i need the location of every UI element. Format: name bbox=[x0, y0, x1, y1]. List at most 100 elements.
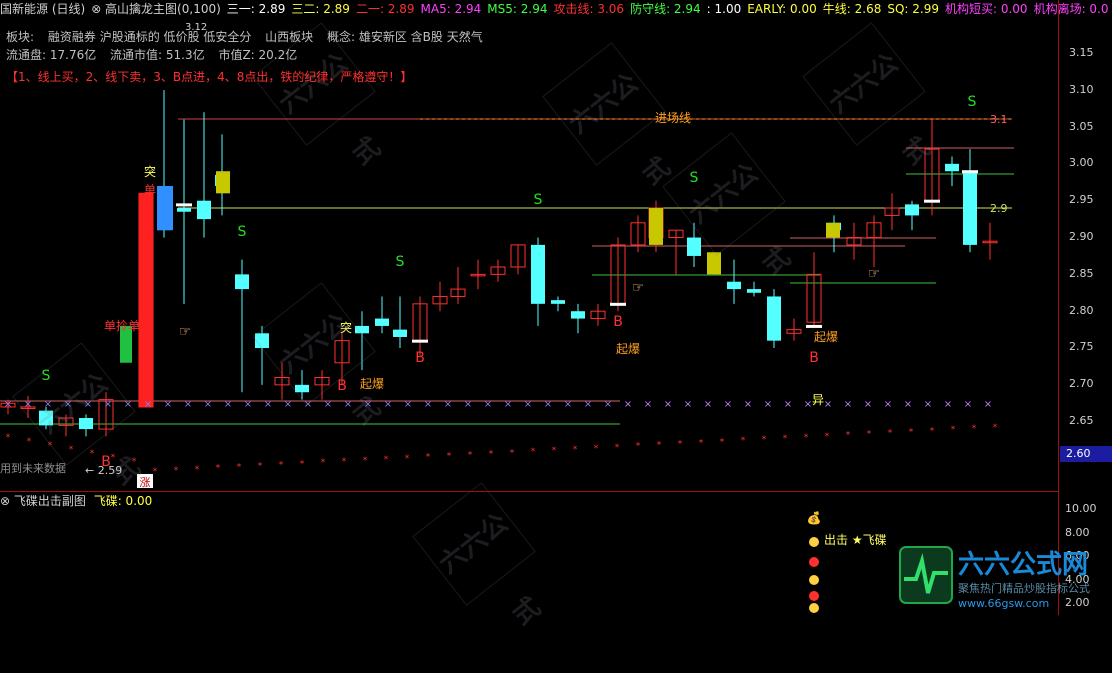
price-tick-label: 3.05 bbox=[1069, 119, 1094, 133]
x-marker: × bbox=[504, 399, 512, 410]
brand-logo-icon bbox=[899, 546, 953, 604]
candle-body bbox=[551, 300, 565, 304]
trail-dot: * bbox=[447, 452, 452, 462]
trail-dot: * bbox=[657, 441, 662, 451]
price-tick-label: 2.85 bbox=[1069, 266, 1094, 280]
sell-signal-label: S bbox=[968, 94, 977, 110]
limit-up-bar bbox=[139, 193, 153, 407]
candle-body bbox=[727, 281, 741, 290]
candle-body bbox=[963, 171, 977, 245]
candle-body bbox=[905, 204, 919, 216]
indicator-value: MA5: 2.94 bbox=[420, 2, 482, 16]
sector-label: 板块: bbox=[6, 30, 35, 44]
indicator-value: 牛线: 2.68 bbox=[822, 2, 882, 16]
trail-dot: * bbox=[279, 460, 284, 470]
x-marker: × bbox=[384, 399, 392, 410]
x-marker: × bbox=[144, 399, 152, 410]
float-shares: 流通盘: 17.76亿 bbox=[6, 48, 97, 62]
ufo-signal-icon bbox=[809, 557, 819, 567]
trail-dot: * bbox=[363, 456, 368, 466]
price-marker bbox=[610, 302, 626, 306]
trail-dot: * bbox=[783, 434, 788, 444]
sell-signal-label: S bbox=[534, 192, 543, 208]
defense-value-label: 2.9 bbox=[990, 202, 1008, 215]
trail-dot: * bbox=[510, 448, 515, 458]
x-marker: × bbox=[684, 399, 692, 410]
x-marker: × bbox=[844, 399, 852, 410]
x-marker: × bbox=[904, 399, 912, 410]
price-tick-label: 2.75 bbox=[1069, 340, 1094, 354]
sub-chart-title[interactable]: ⊗ 飞碟出击副图 bbox=[0, 494, 86, 508]
trail-dot: * bbox=[174, 466, 179, 476]
future-data-note: 用到未来数据 bbox=[0, 461, 66, 475]
candle-body bbox=[375, 318, 389, 326]
ufo-signal-icon bbox=[809, 575, 819, 585]
brand-url: www.66gsw.com bbox=[958, 597, 1050, 610]
indicator-title-bar: 国新能源 (日线) ⊗ 高山擒龙主图(0,100) 三一: 2.89 三二: 2.89… bbox=[0, 0, 1109, 22]
pointer-hand-icon: ☞ bbox=[632, 280, 645, 296]
price-axis-current: 2.60 bbox=[1060, 446, 1112, 462]
candle-body bbox=[767, 296, 781, 341]
candle-body bbox=[531, 244, 545, 304]
float-market-value: 流通市值: 51.3亿 bbox=[110, 48, 205, 62]
indicator-value: 防守线: 2.94 bbox=[630, 2, 701, 16]
trail-dot: * bbox=[27, 437, 32, 447]
trail-dot: * bbox=[699, 438, 704, 448]
x-marker: × bbox=[164, 399, 172, 410]
candle-body bbox=[393, 329, 407, 337]
sell-signal-label: S bbox=[396, 254, 405, 270]
pointer-hand-icon: ☞ bbox=[179, 324, 192, 340]
trail-dot: * bbox=[195, 465, 200, 475]
x-marker: × bbox=[264, 399, 272, 410]
x-marker: × bbox=[804, 399, 812, 410]
brand-slogan: 聚焦热门精品炒股指标公式 bbox=[958, 582, 1090, 595]
trail-dot: * bbox=[951, 425, 956, 435]
region-tag: 山西板块 bbox=[265, 30, 314, 44]
trading-rules-text: 【1、线上买，2、线下卖，3、B点进，4、8点出，铁的纪律，严格遵守！】 bbox=[6, 70, 413, 84]
x-marker: × bbox=[864, 399, 872, 410]
price-tick-label: 2.65 bbox=[1069, 414, 1094, 427]
price-tick-label: 2.80 bbox=[1069, 303, 1094, 317]
sector-row: 板块: 融资融券 沪股通标的 低价股 低安全分 山西板块 概念: 雄安新区 含B… bbox=[6, 28, 493, 46]
yellow-signal-bar bbox=[649, 208, 663, 245]
indicator-value: 攻击线: 3.06 bbox=[553, 2, 625, 16]
x-marker: × bbox=[764, 399, 772, 410]
trail-dot: * bbox=[489, 449, 494, 459]
x-marker: × bbox=[704, 399, 712, 410]
trail-dot: * bbox=[741, 436, 746, 446]
trail-dot: * bbox=[594, 444, 599, 454]
candle-body bbox=[177, 208, 191, 212]
single-label: 单 bbox=[144, 183, 156, 197]
x-marker: × bbox=[884, 399, 892, 410]
buy-signal-label: B bbox=[415, 350, 425, 366]
indicator-value: ⊗ 高山擒龙主图(0,100) bbox=[91, 2, 221, 16]
trail-dot: * bbox=[237, 463, 242, 473]
market-value: 市值Z: 20.2亿 bbox=[218, 48, 298, 62]
x-marker: × bbox=[664, 399, 672, 410]
x-marker: × bbox=[784, 399, 792, 410]
x-marker: × bbox=[984, 399, 992, 410]
price-tick-label: 3.15 bbox=[1069, 46, 1094, 59]
indicator-value: SQ: 2.99 bbox=[887, 2, 939, 16]
price-marker bbox=[806, 324, 822, 328]
trail-dot: * bbox=[384, 455, 389, 465]
price-axis[interactable]: 3.15 3.10 3.05 3.00 2.95 2.90 2.85 2.80 2.75 2.70… bbox=[1058, 0, 1112, 490]
x-marker: × bbox=[644, 399, 652, 410]
indicator-value: EARLY: 0.00 bbox=[747, 2, 817, 16]
x-marker: × bbox=[924, 399, 932, 410]
sub-chart-value: 飞碟: 0.00 bbox=[93, 494, 153, 508]
yellow-signal-bar bbox=[216, 171, 230, 194]
trail-dot: * bbox=[762, 435, 767, 445]
price-tick-label: 2.90 bbox=[1069, 230, 1094, 243]
trail-dot: * bbox=[909, 427, 914, 437]
x-marker: × bbox=[524, 399, 532, 410]
trail-dot: * bbox=[720, 437, 725, 447]
x-marker: × bbox=[744, 399, 752, 410]
candle-body bbox=[747, 289, 761, 293]
trail-dot: * bbox=[804, 433, 809, 443]
trail-dot: * bbox=[867, 430, 872, 440]
single-label: 单拎单 bbox=[104, 319, 140, 333]
x-marker: × bbox=[444, 399, 452, 410]
price-marker bbox=[962, 170, 978, 174]
price-tick-label: 3.00 bbox=[1069, 156, 1094, 170]
